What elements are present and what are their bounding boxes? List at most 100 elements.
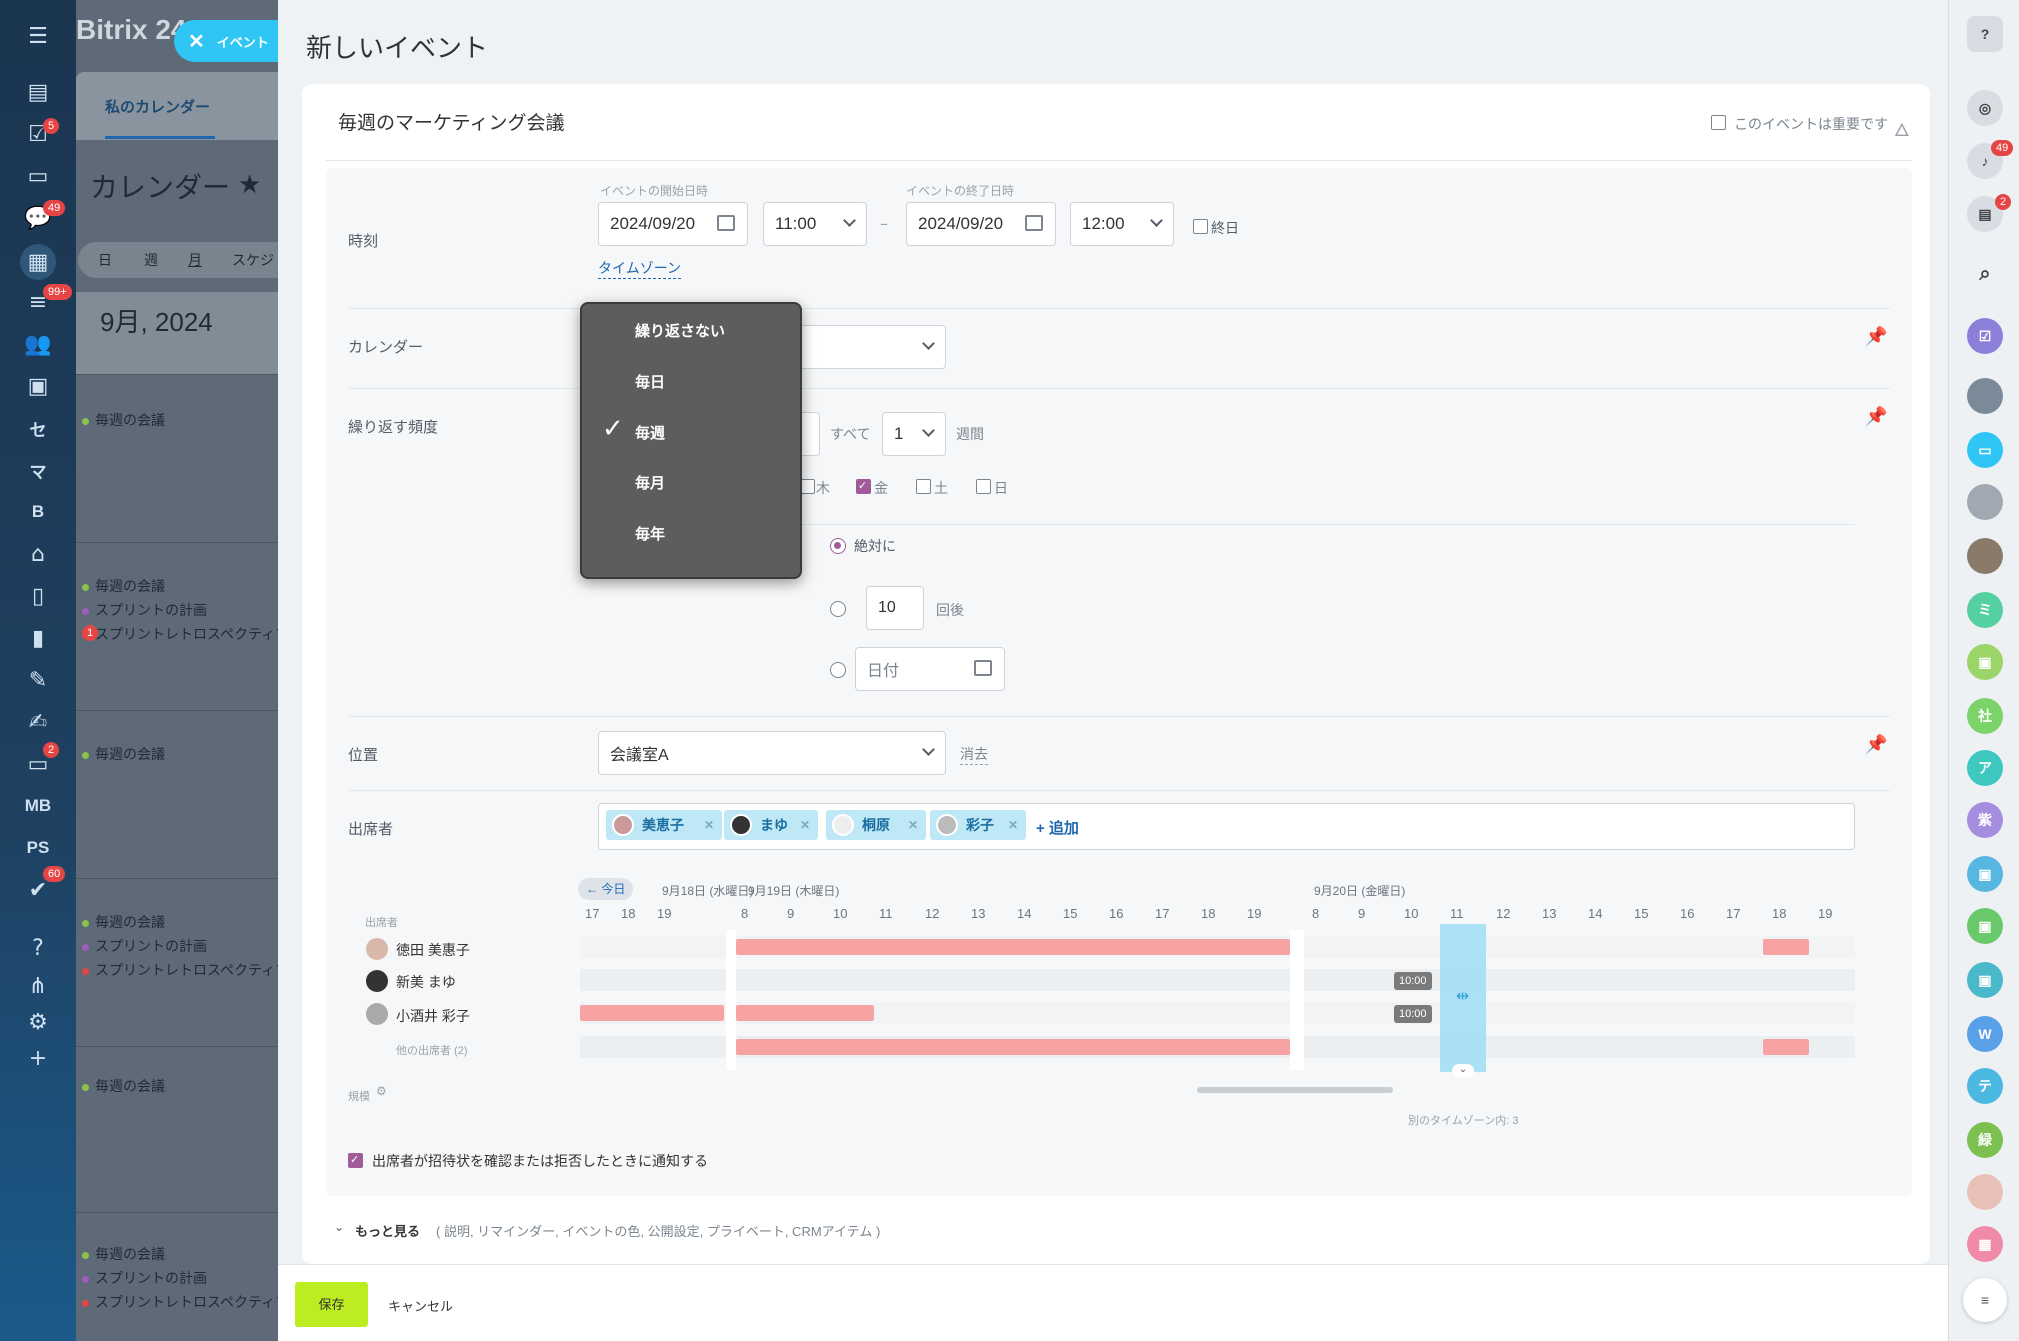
avatar[interactable]: W [1967, 1016, 2003, 1052]
edit-doc-icon[interactable]: ✎ [22, 664, 54, 696]
doc-icon[interactable]: ▣ [1967, 644, 2003, 680]
menu-item-weekly[interactable]: 毎週 [635, 422, 665, 443]
close-slider-tab[interactable]: ✕ イベント [174, 20, 278, 62]
add-attendee-link[interactable]: + 追加 [1036, 817, 1079, 838]
menu-item-yearly[interactable]: 毎年 [635, 523, 665, 544]
remove-icon[interactable]: ✕ [1008, 818, 1018, 832]
help-icon[interactable]: ? [1967, 16, 2003, 52]
list-icon[interactable]: ≡ [1963, 1278, 2007, 1322]
contact-card-icon[interactable]: ▣ [22, 370, 54, 402]
today-button[interactable]: ← 今日 [578, 878, 634, 900]
menu-item-monthly[interactable]: 毎月 [635, 472, 665, 493]
pin-icon[interactable]: 📌 [1865, 734, 1887, 755]
view-day[interactable]: 日 [98, 250, 112, 270]
end-date-input[interactable]: 日付 [855, 647, 1005, 691]
nav-text-mb[interactable]: MB [16, 790, 60, 822]
help-icon[interactable]: ? [22, 932, 54, 964]
planner-scrollbar[interactable] [1197, 1087, 1393, 1093]
view-week[interactable]: 週 [144, 250, 158, 270]
hamburger-icon[interactable]: ☰ [22, 20, 54, 52]
end-time-select[interactable]: 12:00 [1070, 202, 1174, 246]
avatar[interactable]: 緑 [1967, 1122, 2003, 1158]
avatar[interactable]: 紫 [1967, 802, 2003, 838]
calendar-icon[interactable]: ▦ [20, 244, 56, 280]
view-month[interactable]: 月 [188, 250, 202, 270]
event-name[interactable]: 毎週のマーケティング会議 [338, 108, 564, 135]
sitemap-icon[interactable]: ⋔ [22, 970, 54, 1002]
avatar[interactable]: テ [1967, 1068, 2003, 1104]
start-time-select[interactable]: 11:00 [763, 202, 867, 246]
avatar[interactable] [1967, 538, 2003, 574]
calendar-icon[interactable] [717, 215, 735, 231]
avatar[interactable]: 社 [1967, 698, 2003, 734]
end-count-radio[interactable] [830, 601, 846, 617]
menu-item-daily[interactable]: 毎日 [635, 371, 665, 392]
building-icon[interactable]: ⌂ [22, 538, 54, 570]
weekday-thu-checkbox[interactable] [800, 479, 815, 494]
contact-icon[interactable]: ▣ [1967, 856, 2003, 892]
avatar[interactable] [1967, 484, 2003, 520]
end-count-input[interactable]: 10 [866, 586, 924, 630]
nav-text-se[interactable]: セ [22, 412, 54, 444]
close-icon[interactable]: ✕ [188, 29, 205, 54]
scale-label[interactable]: 規模 [348, 1088, 370, 1104]
avatar[interactable] [1967, 378, 2003, 414]
chart-icon[interactable]: ▮ [22, 622, 54, 654]
settings-icon[interactable]: ⚙ [22, 1006, 54, 1038]
remove-icon[interactable]: ✕ [800, 818, 810, 832]
avatar[interactable]: ミ [1967, 592, 2003, 628]
contact-icon[interactable]: ▣ [1967, 962, 2003, 998]
my-calendar-tab[interactable]: 私のカレンダー [105, 96, 210, 117]
chevron-down-icon[interactable]: ⌄ [334, 1220, 344, 1234]
save-button[interactable]: 保存 [295, 1282, 368, 1327]
weekday-sat-checkbox[interactable] [916, 479, 931, 494]
location-clear-link[interactable]: 消去 [960, 744, 988, 765]
drive-icon[interactable]: ▭ [22, 160, 54, 192]
weekday-fri-checkbox[interactable]: ✓ [856, 479, 871, 494]
chevron-down-icon[interactable]: ⌄ [1452, 1064, 1474, 1078]
planner-others[interactable]: 他の出席者 (2) [396, 1042, 468, 1058]
planner-col-header: 出席者 [365, 917, 398, 929]
calendar-icon[interactable] [1025, 215, 1043, 231]
nav-text-b[interactable]: B [22, 496, 54, 528]
avatar[interactable]: ア [1967, 750, 2003, 786]
view-schedule[interactable]: スケジ [232, 250, 278, 270]
end-never-radio[interactable] [830, 538, 846, 554]
show-more-link[interactable]: もっと見る [355, 1221, 420, 1240]
calendar-icon[interactable] [974, 660, 992, 676]
group-icon[interactable]: 👥 [22, 328, 54, 360]
chat-icon[interactable]: ▭ [1967, 432, 2003, 468]
allday-checkbox[interactable] [1193, 219, 1208, 234]
star-icon[interactable]: ★ [238, 170, 261, 200]
avatar[interactable] [1967, 1174, 2003, 1210]
weekday-sun-checkbox[interactable] [976, 479, 991, 494]
end-date-radio[interactable] [830, 662, 846, 678]
feed-icon[interactable]: ▤ [22, 76, 54, 108]
task-icon[interactable]: ☑ [1967, 318, 2003, 354]
remove-icon[interactable]: ✕ [908, 818, 918, 832]
nav-text-ps[interactable]: PS [16, 832, 60, 864]
important-checkbox[interactable] [1711, 115, 1726, 130]
gear-icon[interactable]: ⚙ [376, 1084, 387, 1098]
start-date-input[interactable]: 2024/09/20 [598, 202, 748, 246]
drag-handle-icon[interactable]: ⇹ [1456, 986, 1469, 1005]
divider [76, 710, 278, 711]
location-select[interactable]: 会議室A [598, 731, 946, 775]
document-icon[interactable]: ▯ [22, 580, 54, 612]
notify-checkbox[interactable]: ✓ [348, 1153, 363, 1168]
cancel-button[interactable]: キャンセル [388, 1296, 453, 1315]
repeat-interval-select[interactable]: 1 [882, 412, 946, 456]
menu-item-never[interactable]: 繰り返さない [635, 320, 725, 341]
timezone-link[interactable]: タイムゾーン [598, 258, 682, 279]
remove-icon[interactable]: ✕ [704, 818, 714, 832]
pin-icon[interactable]: 📌 [1865, 406, 1887, 427]
nav-text-ma[interactable]: マ [22, 454, 54, 486]
search-icon[interactable]: ⌕ [1967, 256, 2003, 292]
copilot-icon[interactable]: ◎ [1967, 90, 2003, 126]
end-date-input[interactable]: 2024/09/20 [906, 202, 1056, 246]
sign-icon[interactable]: ✍ [22, 706, 54, 738]
calendar-icon[interactable]: ▦ [1967, 1226, 2003, 1262]
pin-icon[interactable]: 📌 [1865, 326, 1887, 347]
plus-icon[interactable]: + [22, 1042, 54, 1074]
contact-icon[interactable]: ▣ [1967, 908, 2003, 944]
